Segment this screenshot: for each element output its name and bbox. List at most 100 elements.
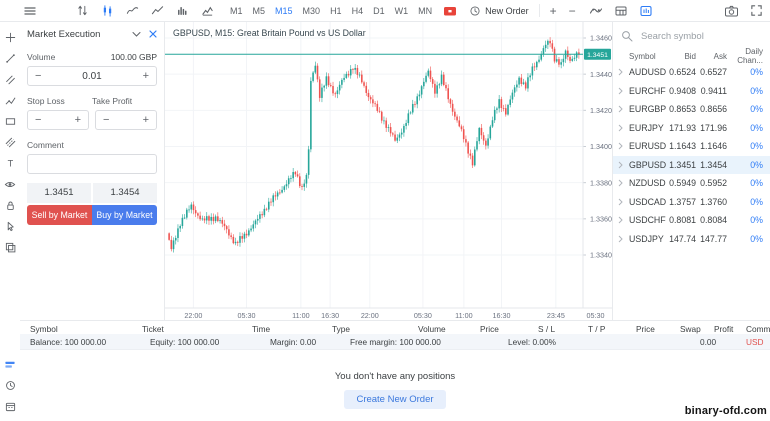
positions-tab-icon[interactable]: [4, 358, 17, 371]
visibility-eye-icon[interactable]: [4, 178, 17, 191]
crosshair-icon[interactable]: [4, 31, 17, 44]
sell-price[interactable]: 1.3451: [27, 183, 91, 203]
sell-button[interactable]: Sell by Market: [27, 205, 92, 225]
trade-col-10[interactable]: Profit: [714, 324, 733, 334]
take-profit-plus-button[interactable]: +: [143, 115, 149, 126]
volume-minus-button[interactable]: −: [35, 71, 41, 82]
trade-col-2[interactable]: Time: [252, 324, 270, 334]
symbol-name: EURGBP: [629, 104, 665, 114]
expand-symbol-icon[interactable]: [618, 68, 624, 76]
objects-list-icon[interactable]: [4, 241, 17, 254]
tick-chart-icon[interactable]: [74, 3, 90, 19]
polyline-tool-icon[interactable]: [4, 94, 17, 107]
line-chart-icon[interactable]: [124, 3, 140, 19]
watchlist-row-usdjpy[interactable]: USDJPY147.74147.770%: [613, 230, 770, 249]
volume-bars-icon[interactable]: [174, 3, 190, 19]
lock-icon[interactable]: [4, 199, 17, 212]
trade-col-11[interactable]: Comment: [746, 324, 770, 334]
watchlist-col-1[interactable]: Bid: [665, 52, 696, 61]
watchlist-col-0[interactable]: Symbol: [629, 52, 665, 61]
zoom-out-button[interactable]: −: [569, 5, 576, 17]
expand-symbol-icon[interactable]: [618, 179, 624, 187]
trade-col-8[interactable]: Price: [636, 324, 655, 334]
daily-change-value: 0%: [727, 104, 763, 114]
trade-col-3[interactable]: Type: [332, 324, 350, 334]
trade-col-5[interactable]: Price: [480, 324, 499, 334]
close-icon[interactable]: [149, 30, 157, 38]
watchlist-row-eurusd[interactable]: EURUSD1.16431.16460%: [613, 137, 770, 156]
expand-symbol-icon[interactable]: [618, 142, 624, 150]
trendline-icon[interactable]: [4, 52, 17, 65]
watchlist-row-eurgbp[interactable]: EURGBP0.86530.86560%: [613, 100, 770, 119]
timeframe-m30[interactable]: M30: [303, 6, 321, 16]
buy-price[interactable]: 1.3454: [93, 183, 157, 203]
volume-value[interactable]: 0.01: [82, 71, 101, 82]
history-clock-icon[interactable]: [4, 379, 17, 392]
trade-col-6[interactable]: S / L: [538, 324, 555, 334]
expand-symbol-icon[interactable]: [618, 216, 624, 224]
account-summary-3: Free margin: 100 000.00: [350, 337, 441, 347]
timeframe-h4[interactable]: H4: [352, 6, 364, 16]
watchlist-row-gbpusd[interactable]: GBPUSD1.34511.34540%: [613, 156, 770, 175]
account-summary-row: Balance: 100 000.00Equity: 100 000.00Mar…: [20, 334, 770, 350]
new-order-button[interactable]: New Order: [469, 5, 529, 17]
trade-col-9[interactable]: Swap: [680, 324, 701, 334]
watchlist-row-eurjpy[interactable]: EURJPY171.93171.960%: [613, 119, 770, 138]
polyline-chart-icon[interactable]: [149, 3, 165, 19]
timeframe-d1[interactable]: D1: [373, 6, 385, 16]
cursor-tool-icon[interactable]: [4, 220, 17, 233]
trade-col-4[interactable]: Volume: [418, 324, 446, 334]
watchlist-row-eurchf[interactable]: EURCHF0.94080.94110%: [613, 82, 770, 101]
account-summary-0: Balance: 100 000.00: [30, 337, 106, 347]
timeframe-m15[interactable]: M15: [275, 6, 293, 16]
watchlist-row-audusd[interactable]: AUDUSD0.65240.65270%: [613, 63, 770, 82]
trade-col-1[interactable]: Ticket: [142, 324, 164, 334]
objects-grid-icon[interactable]: [613, 3, 629, 19]
trading-terminal: M1 M5 M15 M30 H1 H4 D1 W1 MN New Order + −: [0, 0, 770, 421]
symbol-search: [613, 25, 770, 47]
ask-value: 1.3760: [696, 197, 727, 207]
take-profit-minus-button[interactable]: −: [103, 115, 109, 126]
parallel-lines-icon[interactable]: [4, 73, 17, 86]
indicators-icon[interactable]: [588, 3, 604, 19]
expand-symbol-icon[interactable]: [618, 235, 624, 243]
chevron-down-icon[interactable]: [132, 30, 141, 38]
timeframe-m5[interactable]: M5: [253, 6, 266, 16]
expand-symbol-icon[interactable]: [618, 87, 624, 95]
screenshot-camera-icon[interactable]: [723, 3, 739, 19]
expand-symbol-icon[interactable]: [618, 161, 624, 169]
timeframe-w1[interactable]: W1: [395, 6, 409, 16]
trade-col-7[interactable]: T / P: [588, 324, 605, 334]
timeframe-h1[interactable]: H1: [330, 6, 342, 16]
search-input[interactable]: [639, 30, 762, 43]
trade-col-0[interactable]: Symbol: [30, 324, 58, 334]
timeframe-mn[interactable]: MN: [418, 6, 432, 16]
fullscreen-icon[interactable]: [748, 3, 764, 19]
volume-plus-button[interactable]: +: [143, 71, 149, 82]
buy-button[interactable]: Buy by Market: [92, 205, 157, 225]
candlestick-chart-icon[interactable]: [99, 3, 115, 19]
timeframe-m1[interactable]: M1: [230, 6, 243, 16]
create-new-order-button[interactable]: Create New Order: [344, 390, 445, 409]
watchlist-row-usdchf[interactable]: USDCHF0.80810.80840%: [613, 211, 770, 230]
hamburger-menu-icon[interactable]: [22, 3, 38, 19]
stop-loss-plus-button[interactable]: +: [75, 115, 81, 126]
zoom-in-button[interactable]: +: [550, 5, 557, 17]
equidistant-channel-icon[interactable]: [4, 136, 17, 149]
shapes-rectangle-icon[interactable]: [4, 115, 17, 128]
expand-symbol-icon[interactable]: [618, 198, 624, 206]
watchlist-col-2[interactable]: Ask: [696, 52, 727, 61]
watchlist-row-nzdusd[interactable]: NZDUSD0.59490.59520%: [613, 174, 770, 193]
text-tool-icon[interactable]: T: [4, 157, 17, 170]
candlestick-chart[interactable]: 1.34601.34401.34201.34001.33801.33601.33…: [165, 22, 612, 320]
watchlist-row-usdcad[interactable]: USDCAD1.37571.37600%: [613, 193, 770, 212]
one-click-trading-icon[interactable]: [442, 3, 458, 19]
expand-symbol-icon[interactable]: [618, 124, 624, 132]
comment-input[interactable]: [27, 154, 157, 174]
calendar-icon[interactable]: [4, 400, 17, 413]
expand-symbol-icon[interactable]: [618, 105, 624, 113]
stop-loss-minus-button[interactable]: −: [35, 115, 41, 126]
top-toolbar: M1 M5 M15 M30 H1 H4 D1 W1 MN New Order + −: [0, 0, 770, 22]
chart-window-icon[interactable]: [638, 3, 654, 19]
market-depth-icon[interactable]: [199, 3, 215, 19]
